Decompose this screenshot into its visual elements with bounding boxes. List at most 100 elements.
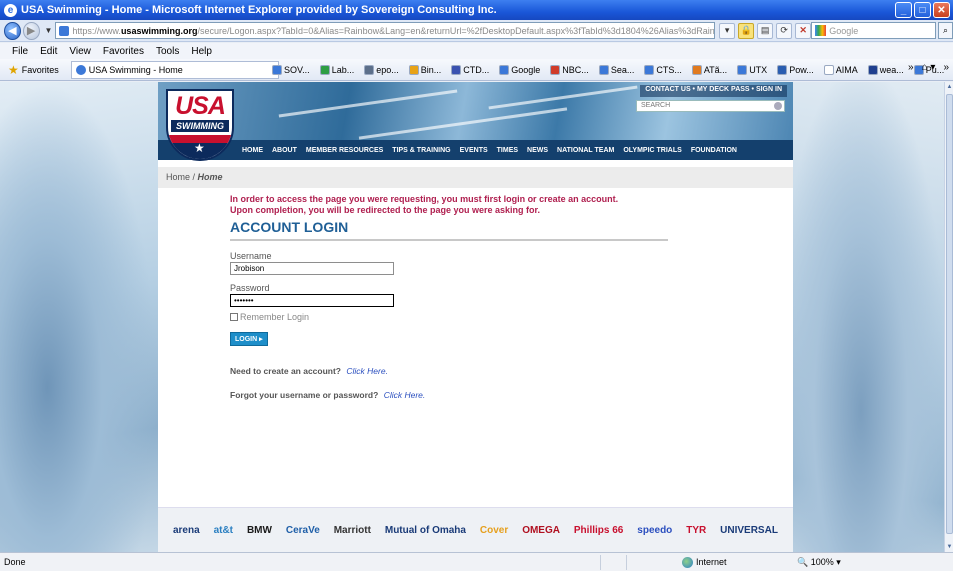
- create-account-link[interactable]: Click Here.: [346, 366, 388, 376]
- username-field[interactable]: [230, 262, 394, 275]
- minimize-button[interactable]: _: [895, 2, 912, 18]
- search-input[interactable]: Google: [811, 22, 937, 39]
- favorites-button[interactable]: Favorites: [22, 65, 59, 75]
- favorite-link-icon: [550, 65, 561, 75]
- login-button[interactable]: LOGIN ▸: [230, 332, 268, 346]
- favorite-link-label: UTX: [749, 65, 768, 75]
- background-pool-left: [0, 82, 158, 552]
- usa-swimming-logo[interactable]: USA SWIMMING ★: [166, 89, 234, 161]
- scroll-down-icon[interactable]: ▼: [945, 542, 953, 552]
- sponsor-logo[interactable]: UNIVERSAL: [720, 525, 778, 536]
- site-container: CONTACT US • MY DECK PASS • SIGN IN SEAR…: [158, 82, 793, 552]
- menu-tools[interactable]: Tools: [156, 46, 179, 57]
- favorite-link[interactable]: UTX: [737, 65, 767, 75]
- nav-member-resources[interactable]: MEMBER RESOURCES: [306, 147, 383, 154]
- nav-foundation[interactable]: FOUNDATION: [691, 147, 737, 154]
- favorite-link[interactable]: Sea...: [598, 65, 634, 75]
- search-button[interactable]: ⌕: [938, 22, 953, 39]
- favorite-link[interactable]: CTD...: [451, 65, 489, 75]
- back-button[interactable]: ◀: [4, 21, 21, 40]
- favorite-link[interactable]: SOV...: [272, 65, 310, 75]
- sponsor-logo[interactable]: speedo: [637, 525, 672, 536]
- compatibility-icon[interactable]: ▤: [757, 22, 774, 39]
- favorite-link[interactable]: Pow...: [777, 65, 814, 75]
- favorite-link[interactable]: Bin...: [408, 65, 442, 75]
- nav-tips-training[interactable]: TIPS & TRAINING: [392, 147, 450, 154]
- login-panel: In order to access the page you were req…: [230, 194, 670, 400]
- favorite-link[interactable]: AIMA: [823, 65, 858, 75]
- google-icon: [815, 25, 827, 36]
- forgot-credentials-link[interactable]: Click Here.: [384, 390, 426, 400]
- forward-button[interactable]: ▶: [22, 21, 40, 40]
- sponsor-strip: arena at&t BMW CeraVe Marriott Mutual of Omah…: [158, 507, 793, 552]
- browser-tab[interactable]: USA Swimming - Home: [70, 60, 279, 79]
- sponsor-logo[interactable]: TYR: [686, 525, 706, 536]
- zoom-level[interactable]: 🔍 100% ▾: [797, 557, 841, 568]
- site-search-input[interactable]: SEARCH: [636, 100, 785, 112]
- status-bar: Done Internet 🔍 100% ▾: [0, 552, 953, 571]
- banner-lane-line: [278, 89, 458, 118]
- favorite-link-label: Bin...: [420, 65, 442, 75]
- remember-login-checkbox[interactable]: [230, 313, 238, 321]
- nav-news[interactable]: NEWS: [527, 147, 548, 154]
- menu-file[interactable]: File: [12, 46, 28, 57]
- sponsor-logo[interactable]: arena: [173, 525, 200, 536]
- chevron-more-icon[interactable]: »: [908, 62, 914, 73]
- stop-icon[interactable]: ✕: [795, 22, 812, 39]
- sponsor-logo[interactable]: BMW: [247, 525, 272, 536]
- favorite-link[interactable]: Lab...: [319, 65, 354, 75]
- sponsor-logo[interactable]: Cover: [480, 525, 508, 536]
- password-field[interactable]: •••••••: [230, 294, 394, 307]
- favorite-link[interactable]: epo...: [364, 65, 399, 75]
- close-button[interactable]: ✕: [933, 2, 950, 18]
- nav-about[interactable]: ABOUT: [272, 147, 297, 154]
- menu-edit[interactable]: Edit: [40, 46, 57, 57]
- favorite-link-icon: [451, 65, 462, 75]
- tab-label: USA Swimming - Home: [88, 64, 183, 75]
- favorite-link-icon: [777, 65, 788, 75]
- home-icon[interactable]: ⌂ ▾: [922, 62, 936, 73]
- window-title-bar[interactable]: e USA Swimming - Home - Microsoft Intern…: [0, 0, 953, 20]
- scroll-up-icon[interactable]: ▲: [945, 82, 953, 92]
- nav-olympic-trials[interactable]: OLYMPIC TRIALS: [623, 147, 681, 154]
- refresh-icon[interactable]: ⟳: [776, 22, 793, 39]
- favorite-link[interactable]: NBC...: [550, 65, 589, 75]
- favorite-link[interactable]: Google: [499, 65, 540, 75]
- top-links[interactable]: CONTACT US • MY DECK PASS • SIGN IN: [640, 85, 787, 97]
- security-zone[interactable]: Internet: [682, 556, 777, 568]
- menu-favorites[interactable]: Favorites: [103, 46, 144, 57]
- scrollbar-thumb[interactable]: [946, 94, 953, 534]
- menu-help[interactable]: Help: [191, 46, 212, 57]
- site-search-go-icon[interactable]: [774, 102, 782, 110]
- page-favicon: [59, 25, 70, 36]
- security-lock-icon[interactable]: 🔒: [738, 22, 755, 39]
- nav-national-team[interactable]: NATIONAL TEAM: [557, 147, 614, 154]
- vertical-scrollbar[interactable]: ▲ ▼: [944, 82, 953, 552]
- favorite-link[interactable]: ATã...: [691, 65, 727, 75]
- nav-times[interactable]: TIMES: [497, 147, 518, 154]
- sponsor-logo[interactable]: OMEGA: [522, 525, 560, 536]
- breadcrumb-home[interactable]: Home: [166, 172, 190, 182]
- nav-home[interactable]: HOME: [242, 147, 263, 154]
- sponsor-logo[interactable]: Marriott: [334, 525, 371, 536]
- sponsor-logo[interactable]: Mutual of Omaha: [385, 525, 466, 536]
- menu-view[interactable]: View: [69, 46, 91, 57]
- remember-login-label[interactable]: Remember Login: [240, 312, 309, 322]
- favorite-link-label: SOV...: [284, 65, 310, 75]
- maximize-button[interactable]: □: [914, 2, 931, 18]
- sponsor-logo[interactable]: CeraVe: [286, 525, 320, 536]
- sponsor-logo[interactable]: at&t: [214, 525, 233, 536]
- history-dropdown-icon[interactable]: ▼: [45, 26, 53, 35]
- nav-events[interactable]: EVENTS: [460, 147, 488, 154]
- favorites-star-icon[interactable]: ★: [8, 63, 19, 77]
- remember-login-row[interactable]: Remember Login: [230, 312, 670, 322]
- logo-star-icon: ★: [194, 141, 205, 155]
- chevron-more-icon-2[interactable]: »: [943, 62, 949, 73]
- window-title: USA Swimming - Home - Microsoft Internet…: [21, 4, 497, 16]
- favorite-link-icon: [691, 65, 702, 75]
- address-input[interactable]: https://www. usaswimming.org/secure/Logon…: [55, 22, 716, 39]
- sponsor-logo[interactable]: Phillips 66: [574, 525, 623, 536]
- favorite-link[interactable]: CTS...: [644, 65, 682, 75]
- address-dropdown-icon[interactable]: ▾: [719, 22, 736, 39]
- favorite-link[interactable]: wea...: [867, 65, 904, 75]
